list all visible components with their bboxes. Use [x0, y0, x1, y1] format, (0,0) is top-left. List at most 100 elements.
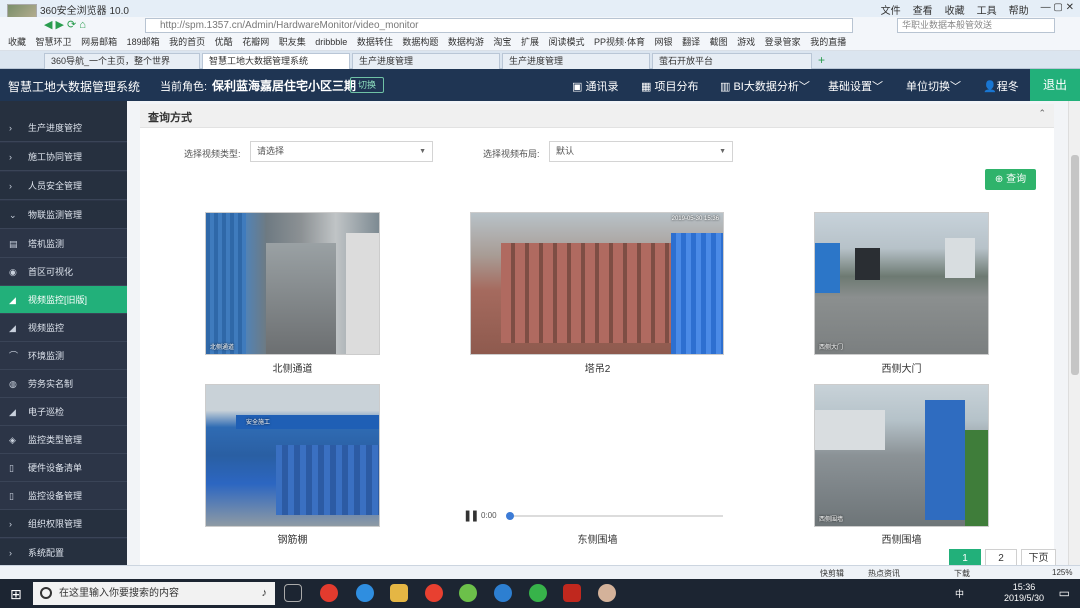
search-icon — [40, 587, 52, 599]
app-icon-acrobat[interactable] — [563, 584, 581, 602]
notification-icon[interactable]: ▭ — [1059, 586, 1070, 600]
bookmark-item[interactable]: 网易邮箱 — [81, 37, 117, 47]
app-icon-folder[interactable] — [390, 584, 408, 602]
menu-help[interactable]: 帮助 — [1009, 2, 1029, 17]
browser-tab-active[interactable]: 智慧工地大数据管理系统 — [202, 53, 350, 69]
nav-label: BI大数据分析 — [733, 81, 799, 93]
player-progress-track[interactable] — [508, 515, 723, 517]
sidebar-item-iot[interactable]: ⌄ 物联监测管理 — [0, 201, 127, 229]
scrollbar-thumb[interactable] — [1071, 155, 1079, 375]
bookmark-item[interactable]: 189邮箱 — [127, 37, 160, 47]
app-icon-photo[interactable] — [598, 584, 616, 602]
app-icon-k[interactable] — [356, 584, 374, 602]
new-tab-icon[interactable]: + — [818, 53, 825, 67]
video-thumb-west-wall[interactable]: 西侧围墙 — [814, 384, 989, 527]
nav-unit-switch[interactable]: 单位切换﹀ — [906, 78, 961, 94]
browser-tab[interactable]: 生产进度管理 — [352, 53, 500, 69]
app-icon-netease[interactable] — [320, 584, 338, 602]
browser-tab[interactable]: 萤石开放平台 — [652, 53, 812, 69]
bookmark-item[interactable]: 花瓣网 — [242, 37, 269, 47]
menu-tools[interactable]: 工具 — [977, 2, 997, 17]
nav-bi-analysis[interactable]: ▥ BI大数据分析﹀ — [720, 78, 810, 94]
video-scene — [925, 400, 965, 520]
bookmark-item[interactable]: 数据构游 — [448, 37, 484, 47]
app-icon-red[interactable] — [425, 584, 443, 602]
sidebar-item-crane[interactable]: ▤ 塔机监测 — [0, 230, 127, 258]
sidebar-item-personnel[interactable]: › 人员安全管理 — [0, 172, 127, 200]
app-icon-wechat[interactable] — [529, 584, 547, 602]
video-player-east-wall[interactable]: ❚❚ 0:00 — [463, 507, 725, 525]
query-button[interactable]: ⊕ 查询 — [985, 169, 1036, 190]
nav-basic-settings[interactable]: 基础设置﹀ — [828, 78, 883, 94]
bookmark-item[interactable]: 游戏 — [737, 37, 755, 47]
bookmark-item[interactable]: 我的首页 — [169, 37, 205, 47]
sidebar-item-video-old[interactable]: ◢ 视频监控[旧版] — [0, 286, 127, 314]
video-caption: 钢筋棚 — [277, 535, 308, 546]
pause-icon[interactable]: ❚❚ — [463, 509, 480, 522]
switch-project-button[interactable]: 切换 — [350, 77, 384, 93]
bookmark-item[interactable]: 智慧环卫 — [36, 37, 72, 47]
collapse-icon[interactable]: ⌃ — [1038, 108, 1046, 119]
video-thumb-north-passage[interactable]: 北侧通道 — [205, 212, 380, 355]
bookmark-item[interactable]: 翻译 — [682, 37, 700, 47]
sidebar-item-device[interactable]: ▯ 监控设备管理 — [0, 482, 127, 510]
app-icon-360-browser[interactable] — [459, 584, 477, 602]
sidebar-item-hardware[interactable]: ▯ 硬件设备清单 — [0, 454, 127, 482]
bookmark-item[interactable]: dribbble — [315, 37, 347, 47]
sidebar-item-production[interactable]: › 生产进度管控 — [0, 114, 127, 142]
url-input[interactable]: http://spm.1357.cn/Admin/HardwareMonitor… — [145, 18, 853, 33]
menu-view[interactable]: 查看 — [913, 2, 933, 17]
bookmark-item[interactable]: 数据构题 — [402, 37, 438, 47]
status-item[interactable]: 下载 — [954, 568, 970, 579]
sidebar-item-visual[interactable]: ◉ 首区可视化 — [0, 258, 127, 286]
nav-project-distribution[interactable]: ▦ 项目分布 — [641, 78, 698, 94]
sidebar-item-monitor-type[interactable]: ◈ 监控类型管理 — [0, 426, 127, 454]
player-progress-knob[interactable] — [506, 512, 514, 520]
menu-favorites[interactable]: 收藏 — [945, 2, 965, 17]
video-thumb-rebar-shed[interactable]: 安全施工 — [205, 384, 380, 527]
bookmark-item[interactable]: 收藏 — [8, 37, 26, 47]
window-controls[interactable]: — ▢ ✕ — [1041, 2, 1074, 17]
browser-search-input[interactable]: 华职业数据本般管效送 — [897, 18, 1055, 33]
bookmark-item[interactable]: 淘宝 — [493, 37, 511, 47]
sidebar-item-inspection[interactable]: ◢ 电子巡检 — [0, 398, 127, 426]
video-thumb-tower-crane-2[interactable]: 2019-05-30 15:36 — [470, 212, 724, 355]
vertical-scrollbar[interactable] — [1068, 101, 1080, 565]
nav-user[interactable]: 👤程冬 — [983, 78, 1019, 94]
video-type-select[interactable]: 请选择 ▼ — [250, 141, 433, 162]
logout-button[interactable]: 退出 — [1030, 69, 1080, 101]
sidebar-item-labor[interactable]: ◍ 劳务实名制 — [0, 370, 127, 398]
nav-buttons-icon[interactable]: ◀ ▶ ⟳ ⌂ — [44, 18, 86, 31]
browser-tab[interactable]: 360导航_一个主页，整个世界 — [44, 53, 200, 69]
bookmark-item[interactable]: 职友集 — [279, 37, 306, 47]
taskbar-search-input[interactable]: 在这里输入你要搜索的内容 ♪ — [33, 582, 275, 605]
menu-file[interactable]: 文件 — [881, 2, 901, 17]
bookmark-item[interactable]: 数据转住 — [357, 37, 393, 47]
windows-start-icon[interactable]: ⊞ — [10, 586, 22, 603]
task-view-icon[interactable] — [284, 584, 302, 602]
nav-contacts[interactable]: ▣ 通讯录 — [572, 78, 618, 94]
video-layout-select[interactable]: 默认 ▼ — [549, 141, 733, 162]
language-indicator[interactable]: 中 — [955, 587, 964, 600]
sidebar-item-video[interactable]: ◢ 视频监控 — [0, 314, 127, 342]
bookmark-item[interactable]: 扩展 — [521, 37, 539, 47]
bookmark-item[interactable]: PP视频·体育 — [594, 37, 645, 47]
bookmark-item[interactable]: 优酷 — [215, 37, 233, 47]
bookmark-item[interactable]: 截图 — [710, 37, 728, 47]
video-thumb-west-gate[interactable]: 西侧大门 — [814, 212, 989, 355]
bookmark-item[interactable]: 阅读模式 — [548, 37, 584, 47]
sidebar-item-system[interactable]: › 系统配置 — [0, 539, 127, 565]
status-item[interactable]: 热点资讯 — [868, 568, 900, 579]
sidebar-item-environment[interactable]: ⌒ 环境监测 — [0, 342, 127, 370]
microphone-icon[interactable]: ♪ — [262, 582, 268, 605]
bookmark-item[interactable]: 网银 — [655, 37, 673, 47]
sidebar-item-coordination[interactable]: › 施工协同管理 — [0, 143, 127, 171]
browser-tab[interactable]: 生产进度管理 — [502, 53, 650, 69]
bookmark-item[interactable]: 我的直播 — [810, 37, 846, 47]
status-item[interactable]: 快剪辑 — [820, 568, 844, 579]
zoom-level[interactable]: 125% — [1052, 568, 1072, 577]
app-icon-edge[interactable] — [494, 584, 512, 602]
taskbar-clock[interactable]: 15:36 2019/5/30 — [1004, 582, 1044, 604]
sidebar-item-org[interactable]: › 组织权限管理 — [0, 510, 127, 538]
bookmark-item[interactable]: 登录管家 — [765, 37, 801, 47]
